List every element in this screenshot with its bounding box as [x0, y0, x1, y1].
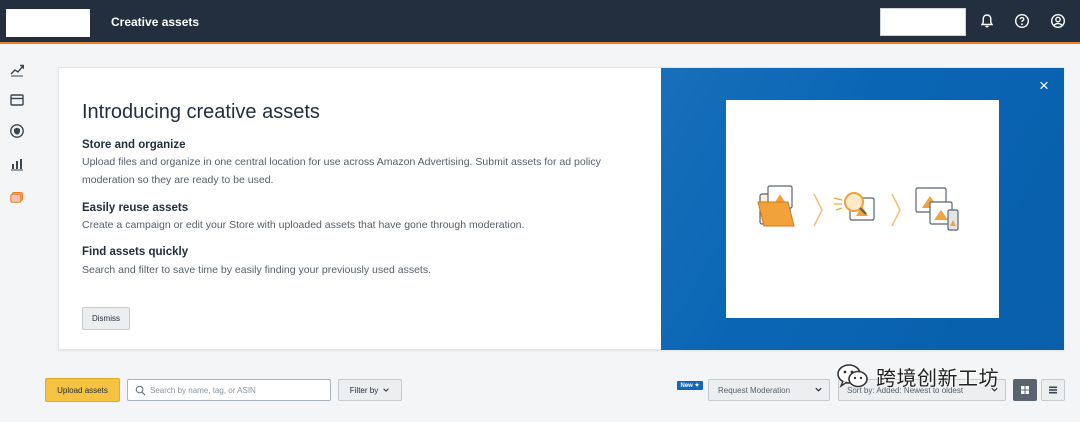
reports-icon[interactable] [8, 155, 26, 173]
search-input[interactable] [150, 382, 326, 398]
logo-placeholder[interactable] [6, 9, 90, 37]
intro-card: Introducing creative assets Store and or… [58, 67, 1064, 350]
search-icon [135, 385, 146, 396]
wechat-icon [837, 364, 868, 388]
moderation-illustration [833, 192, 875, 221]
watermark: 跨境创新工坊 [836, 359, 1050, 393]
filter-by-button[interactable]: Filter by [338, 379, 402, 401]
chevron-down-icon [383, 388, 389, 392]
request-moderation-select[interactable]: Request Moderation [708, 379, 830, 401]
asset-workflow-illustration [757, 185, 959, 231]
search-field[interactable] [127, 379, 331, 401]
close-icon[interactable]: × [1036, 77, 1052, 94]
promo-illustration-frame [726, 100, 999, 318]
left-navigation-rail [0, 46, 38, 422]
upload-assets-button[interactable]: Upload assets [45, 378, 120, 402]
dismiss-button[interactable]: Dismiss [82, 307, 130, 330]
watermark-text: 跨境创新工坊 [876, 365, 999, 390]
stores-icon[interactable] [8, 91, 26, 109]
creative-assets-icon[interactable] [8, 187, 26, 205]
account-icon[interactable] [1049, 12, 1067, 30]
top-header: Creative assets [0, 0, 1080, 44]
intro-title: Introducing creative assets [82, 101, 320, 123]
bell-icon[interactable] [978, 12, 996, 30]
filter-by-label: Filter by [349, 385, 379, 395]
page-title: Creative assets [111, 15, 200, 29]
section-body-find: Search and filter to save time by easily… [82, 264, 432, 276]
shield-icon[interactable] [8, 122, 26, 140]
help-icon[interactable] [1013, 12, 1031, 30]
promo-panel: × [661, 68, 1064, 350]
section-body-store: Upload files and organize in one central… [82, 156, 601, 186]
new-badge: New ✦ [677, 381, 703, 390]
chevron-down-icon [815, 387, 822, 392]
folder-illustration [757, 185, 795, 227]
section-heading-reuse: Easily reuse assets [82, 202, 189, 214]
account-selector[interactable] [880, 8, 966, 36]
section-heading-store: Store and organize [82, 139, 186, 151]
campaigns-icon[interactable] [8, 60, 26, 78]
section-body-reuse: Create a campaign or edit your Store wit… [82, 219, 525, 231]
devices-illustration [915, 187, 959, 231]
section-heading-find: Find assets quickly [82, 246, 189, 258]
request-moderation-label: Request Moderation [718, 385, 791, 395]
